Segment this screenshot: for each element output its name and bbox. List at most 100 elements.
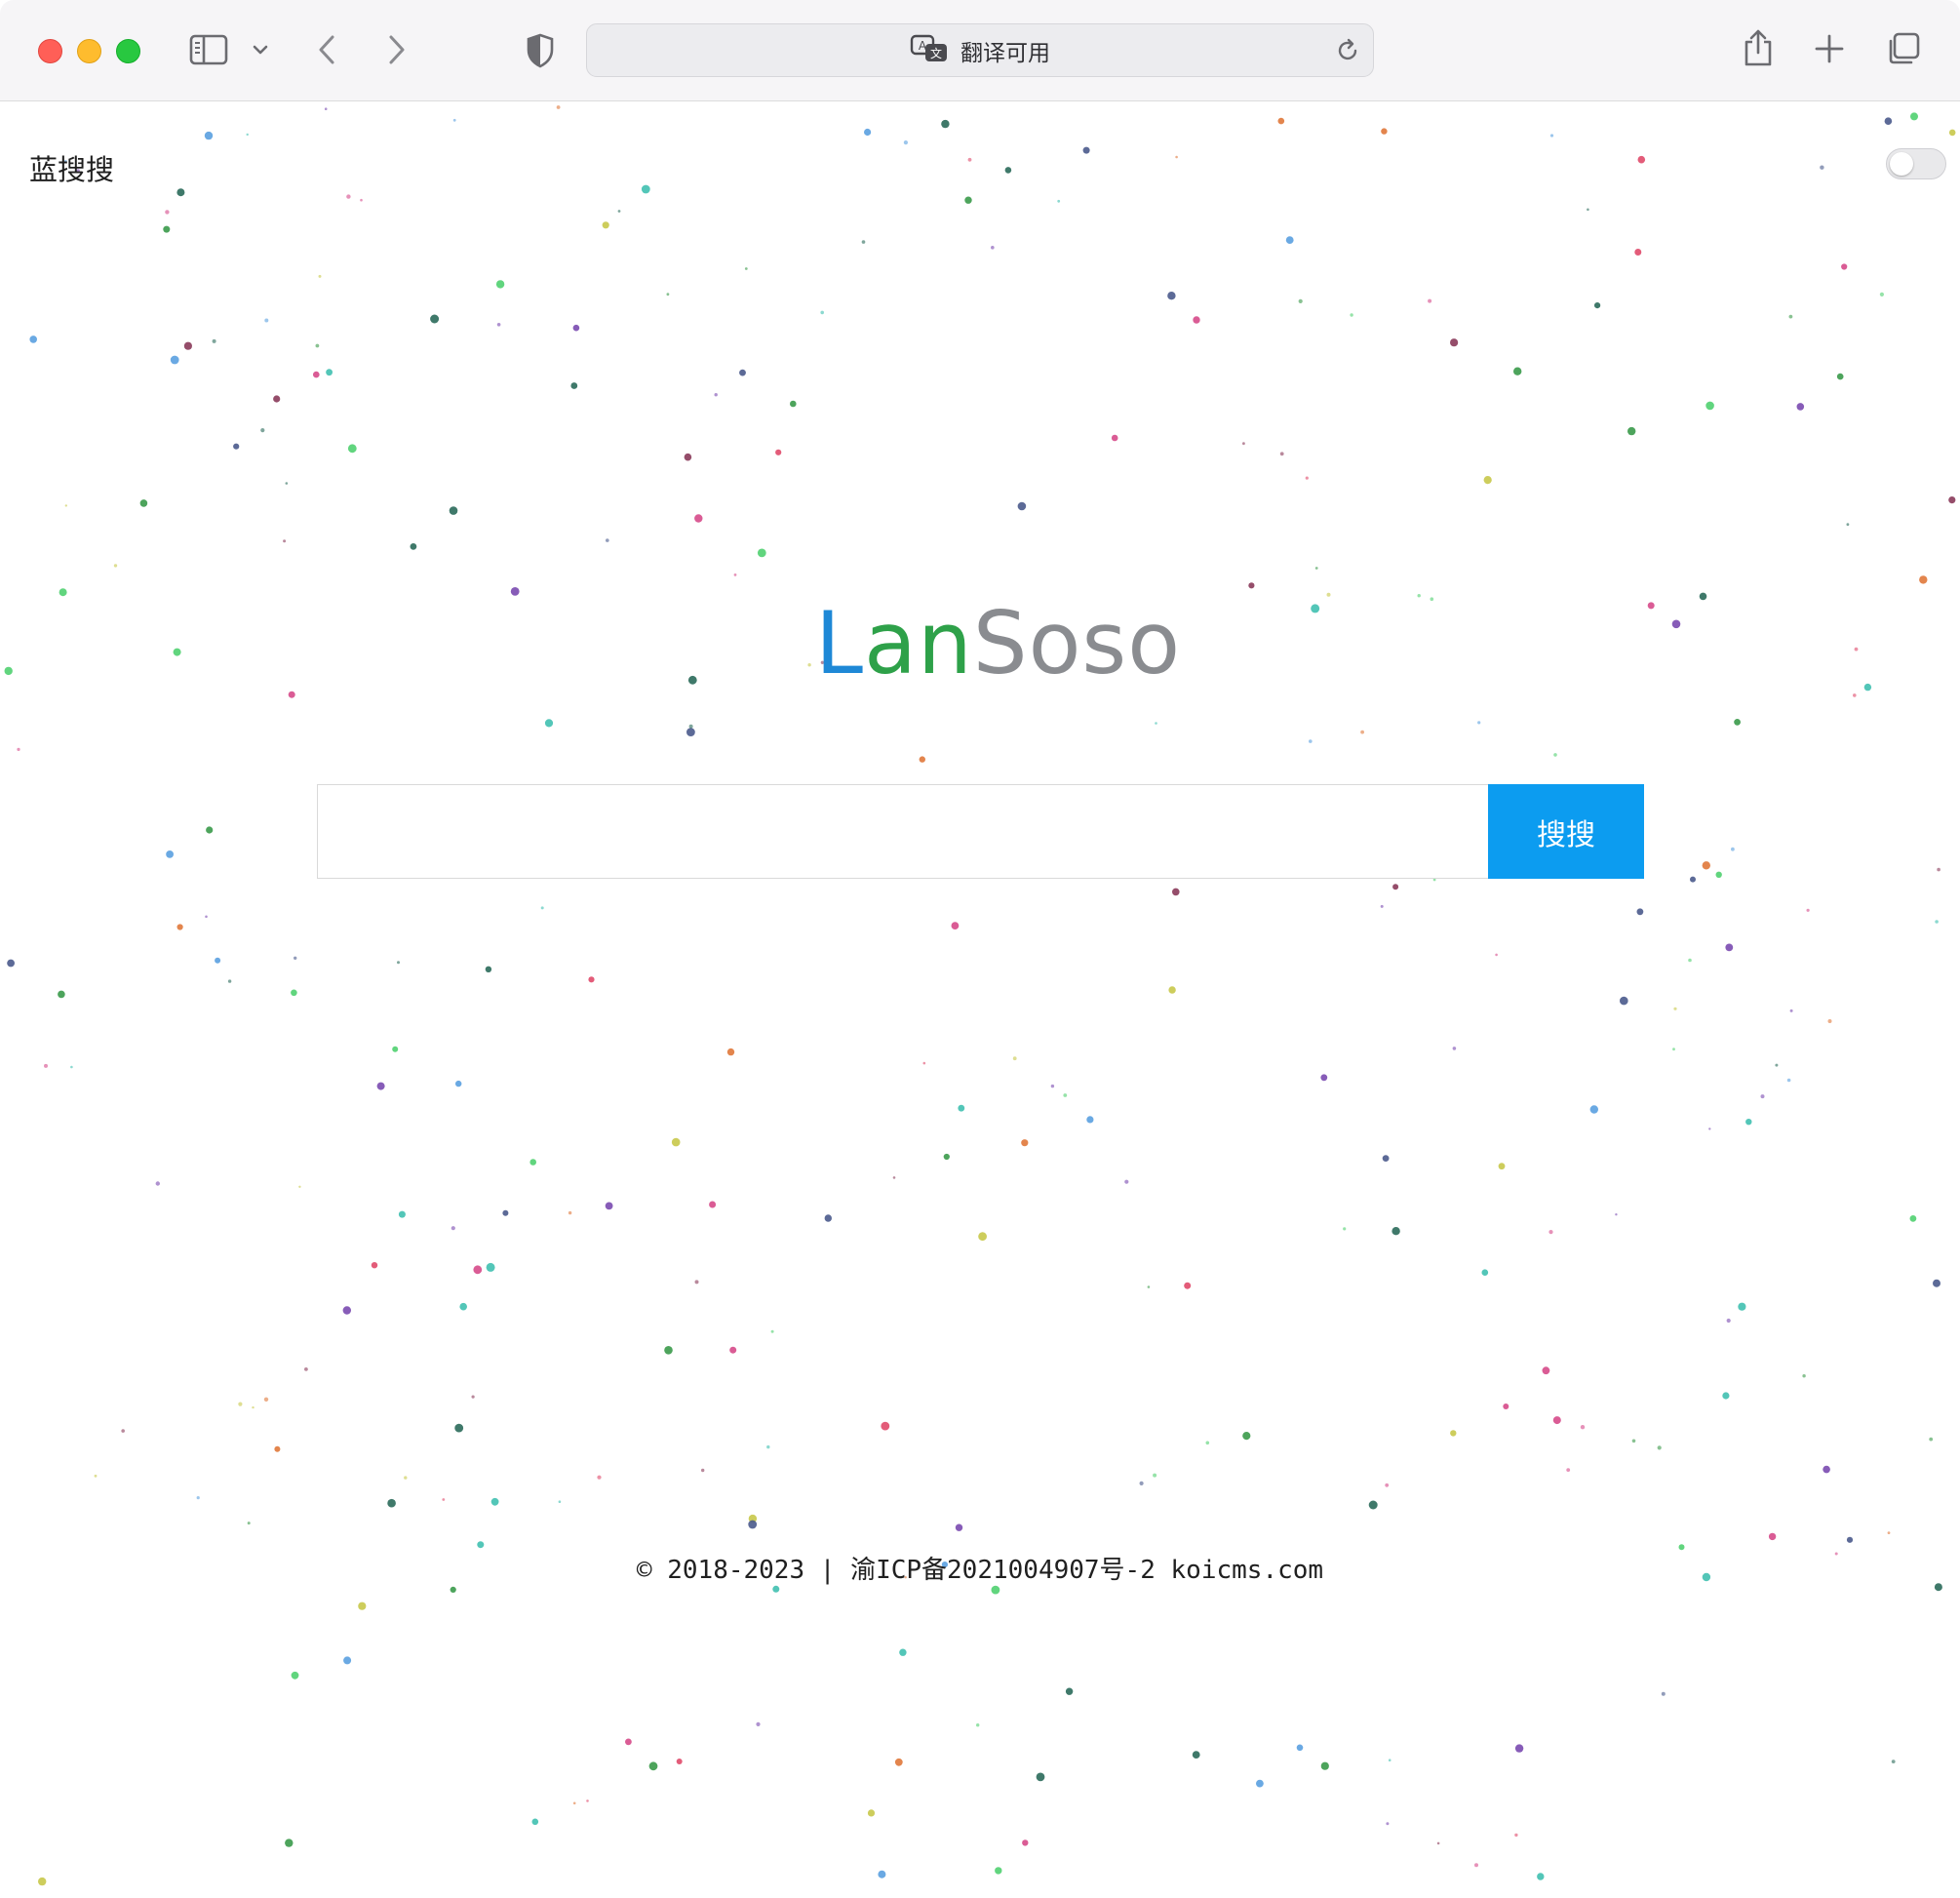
close-window-button[interactable]	[38, 39, 62, 63]
particle-dot	[899, 1648, 907, 1656]
particle-dot	[1248, 582, 1255, 589]
particle-dot	[1184, 1282, 1192, 1289]
particle-dot	[558, 1500, 562, 1503]
particle-dot	[739, 369, 746, 376]
particle-dot	[1350, 313, 1353, 317]
particle-dot	[1514, 1833, 1518, 1838]
address-text[interactable]: 翻译可用	[960, 34, 1050, 67]
particle-dot	[360, 198, 363, 202]
particle-dot	[454, 1423, 464, 1433]
particle-dot	[1672, 1048, 1675, 1051]
particle-dot	[1481, 1269, 1489, 1276]
particle-dot	[1036, 1772, 1045, 1782]
particle-dot	[1514, 1744, 1524, 1753]
particle-dot	[459, 1302, 468, 1311]
sidebar-icon[interactable]	[188, 32, 229, 67]
particle-dot	[1311, 604, 1320, 613]
particle-dot	[1417, 594, 1421, 598]
particle-dot	[1147, 1285, 1151, 1288]
back-icon[interactable]	[314, 32, 339, 67]
particle-dot	[1690, 876, 1696, 883]
particle-dot	[1552, 1416, 1561, 1425]
particle-dot	[531, 1818, 539, 1826]
particle-dot	[1086, 1116, 1094, 1124]
particle-dot	[1432, 878, 1436, 882]
particle-dot	[606, 538, 609, 542]
translate-icon[interactable]: A 文	[910, 34, 949, 67]
tabs-overview-icon[interactable]	[1886, 31, 1921, 66]
particle-dot	[1022, 1839, 1029, 1846]
search-input[interactable]	[317, 784, 1489, 879]
particle-dot	[733, 573, 737, 576]
particle-dot	[686, 728, 695, 736]
particle-dot	[285, 482, 289, 485]
particle-dot	[1731, 847, 1735, 851]
particle-dot	[1428, 298, 1432, 303]
particle-dot	[165, 210, 170, 215]
shield-icon[interactable]	[524, 32, 557, 69]
browser-window: A 文 翻译可用 蓝搜搜 LanSoso 搜搜 © 2018-2023 | 渝I…	[0, 0, 1960, 1898]
particle-dot	[1063, 1093, 1068, 1097]
particle-dot	[694, 514, 703, 523]
particle-dot	[1620, 996, 1628, 1006]
particle-dot	[1708, 1127, 1711, 1130]
particle-dot	[1285, 236, 1294, 245]
particle-dot	[1153, 1473, 1157, 1478]
particle-dot	[556, 105, 561, 109]
search-button[interactable]: 搜搜	[1488, 784, 1644, 879]
particle-dot	[1933, 1279, 1940, 1287]
particle-dot	[318, 274, 322, 278]
particle-dot	[1661, 1691, 1666, 1696]
reload-icon[interactable]	[1334, 37, 1361, 68]
particle-dot	[572, 324, 580, 332]
particle-dot	[176, 924, 183, 930]
share-icon[interactable]	[1742, 27, 1775, 68]
particle-dot	[605, 1202, 613, 1210]
particle-dot	[1450, 338, 1459, 347]
particle-dot	[1745, 1119, 1752, 1126]
particle-dot	[1436, 1841, 1440, 1845]
particle-dot	[995, 1867, 1002, 1875]
particle-dot	[139, 499, 148, 507]
particle-dot	[1168, 986, 1176, 994]
particle-dot	[166, 850, 175, 858]
particle-dot	[58, 990, 65, 999]
particle-dot	[206, 826, 214, 834]
particle-dot	[666, 293, 670, 297]
particle-dot	[1863, 683, 1872, 692]
site-name[interactable]: 蓝搜搜	[29, 147, 114, 188]
particle-dot	[726, 1048, 735, 1056]
particle-dot	[540, 906, 544, 910]
particle-dot	[1004, 167, 1012, 174]
particle-dot	[233, 443, 240, 450]
particle-dot	[371, 1262, 378, 1269]
particle-dot	[684, 453, 692, 461]
chevron-down-icon[interactable]	[252, 41, 269, 59]
particle-dot	[1549, 134, 1554, 138]
particle-dot	[1715, 871, 1722, 878]
particle-dot	[1192, 1751, 1200, 1759]
forward-icon[interactable]	[384, 32, 410, 67]
particle-dot	[1477, 721, 1481, 725]
particle-dot	[1738, 1302, 1746, 1311]
particle-dot	[7, 959, 15, 968]
theme-toggle[interactable]	[1886, 148, 1946, 179]
new-tab-icon[interactable]	[1814, 33, 1845, 64]
particle-dot	[490, 1497, 499, 1506]
minimize-window-button[interactable]	[77, 39, 101, 63]
particle-dot	[991, 246, 995, 250]
particle-dot	[94, 1474, 98, 1478]
particle-dot	[1167, 292, 1176, 300]
particle-dot	[1320, 1761, 1329, 1770]
particle-dot	[922, 1061, 926, 1065]
logo-part-2: an	[864, 593, 973, 693]
particle-dot	[1193, 316, 1200, 324]
particle-dot	[687, 675, 697, 685]
particle-dot	[676, 1759, 683, 1764]
maximize-window-button[interactable]	[116, 39, 140, 63]
particle-dot	[1919, 575, 1928, 584]
address-bar[interactable]: A 文 翻译可用	[586, 23, 1374, 77]
particle-dot	[824, 1214, 832, 1222]
particle-dot	[298, 1185, 301, 1189]
particle-dot	[1205, 1441, 1210, 1445]
